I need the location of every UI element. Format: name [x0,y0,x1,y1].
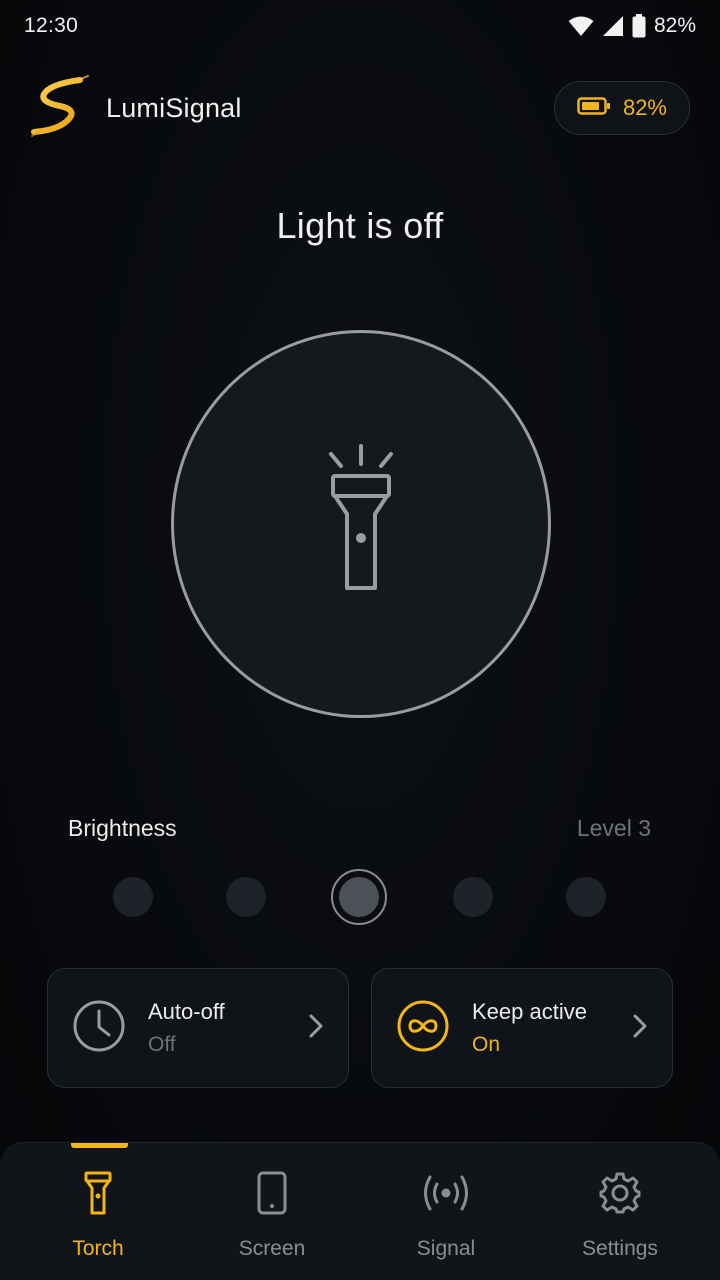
infinity-icon [396,999,450,1058]
brand: LumiSignal [30,74,242,143]
keep-active-card[interactable]: Keep active On [371,968,673,1088]
status-time: 12:30 [24,14,79,37]
battery-icon [577,96,611,120]
brightness-label: Brightness [68,815,177,841]
status-battery-text: 82% [653,14,696,37]
nav-label-settings: Settings [582,1237,658,1260]
broadcast-icon [420,1169,472,1217]
nav-tab-torch[interactable]: Torch [8,1143,188,1280]
cell-signal-icon [602,15,624,37]
app-header: LumiSignal 82% [0,74,720,138]
nav-label-torch: Torch [72,1237,124,1260]
nav-label-screen: Screen [238,1237,306,1260]
app-title: LumiSignal [106,92,242,123]
bottom-nav: Torch Screen Signal Settings [0,1142,720,1280]
keep-active-title: Keep active [472,999,587,1024]
flashlight-icon [83,1169,113,1217]
brightness-level-1[interactable] [113,877,153,917]
auto-off-value: Off [148,1033,176,1056]
chevron-right-icon [632,1013,648,1044]
brightness-level-5[interactable] [566,877,606,917]
phone-icon [257,1169,287,1217]
battery-status-icon [632,14,646,38]
brightness-level-4[interactable] [453,877,493,917]
nav-tab-settings[interactable]: Settings [530,1143,710,1280]
brightness-level-3[interactable] [331,869,387,925]
nav-tab-signal[interactable]: Signal [356,1143,536,1280]
brightness-selector [0,868,720,926]
app-logo-icon [30,74,92,143]
battery-indicator[interactable]: 82% [553,81,690,135]
chevron-right-icon [308,1013,324,1044]
brightness-level-2[interactable] [226,877,266,917]
torch-toggle-button[interactable] [171,330,551,718]
wifi-icon [568,15,594,37]
gear-icon [598,1169,642,1217]
nav-label-signal: Signal [416,1237,476,1260]
nav-tab-screen[interactable]: Screen [182,1143,362,1280]
keep-active-value: On [472,1033,501,1056]
clock-icon [72,999,126,1058]
flashlight-icon [321,442,401,607]
light-status-text: Light is off [276,205,444,246]
brightness-level-text: Level 3 [576,815,651,841]
battery-percent: 82% [622,95,667,120]
status-bar: 12:30 82% [0,0,720,52]
auto-off-card[interactable]: Auto-off Off [47,968,349,1088]
status-icons: 82% [568,14,696,38]
auto-off-title: Auto-off [148,999,225,1024]
